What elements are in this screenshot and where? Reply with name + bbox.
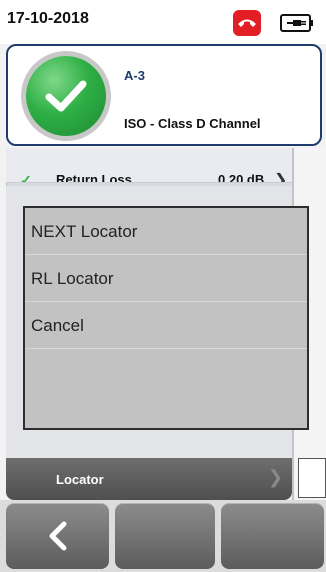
- softkey-2-button[interactable]: [115, 503, 215, 569]
- locator-menu-dialog: NEXT Locator RL Locator Cancel: [23, 206, 309, 430]
- status-bar: 17-10-2018: [0, 0, 326, 44]
- date-label: 17-10-2018: [7, 10, 89, 27]
- locator-row[interactable]: Locator ❯: [6, 458, 292, 500]
- row-value: 0.20 dB: [218, 172, 265, 183]
- chevron-left-icon: [49, 521, 66, 551]
- menu-item-next-locator[interactable]: NEXT Locator: [25, 208, 307, 255]
- result-card[interactable]: A-3 ISO - Class D Channel: [6, 44, 322, 146]
- softkey-3-button[interactable]: [221, 503, 324, 569]
- scroll-indicator: [298, 458, 326, 498]
- check-circle-icon: [26, 56, 106, 136]
- list-item-return-loss: ✓ Return Loss 0.20 dB ❯: [6, 148, 292, 183]
- cable-id: A-3: [124, 68, 145, 83]
- locator-label: Locator: [56, 472, 104, 487]
- softkey-bar: [0, 500, 326, 572]
- row-label: Return Loss: [56, 172, 132, 183]
- battery-plug-icon: [280, 14, 314, 32]
- menu-item-cancel[interactable]: Cancel: [25, 302, 307, 349]
- chevron-right-icon: ❯: [274, 172, 288, 183]
- menu-item-rl-locator[interactable]: RL Locator: [25, 255, 307, 302]
- pass-check-icon: ✓: [20, 172, 32, 183]
- back-button[interactable]: [6, 503, 109, 569]
- chevron-right-icon: ❯: [268, 467, 284, 487]
- test-standard: ISO - Class D Channel: [124, 116, 261, 131]
- phone-hangup-icon[interactable]: [233, 10, 261, 36]
